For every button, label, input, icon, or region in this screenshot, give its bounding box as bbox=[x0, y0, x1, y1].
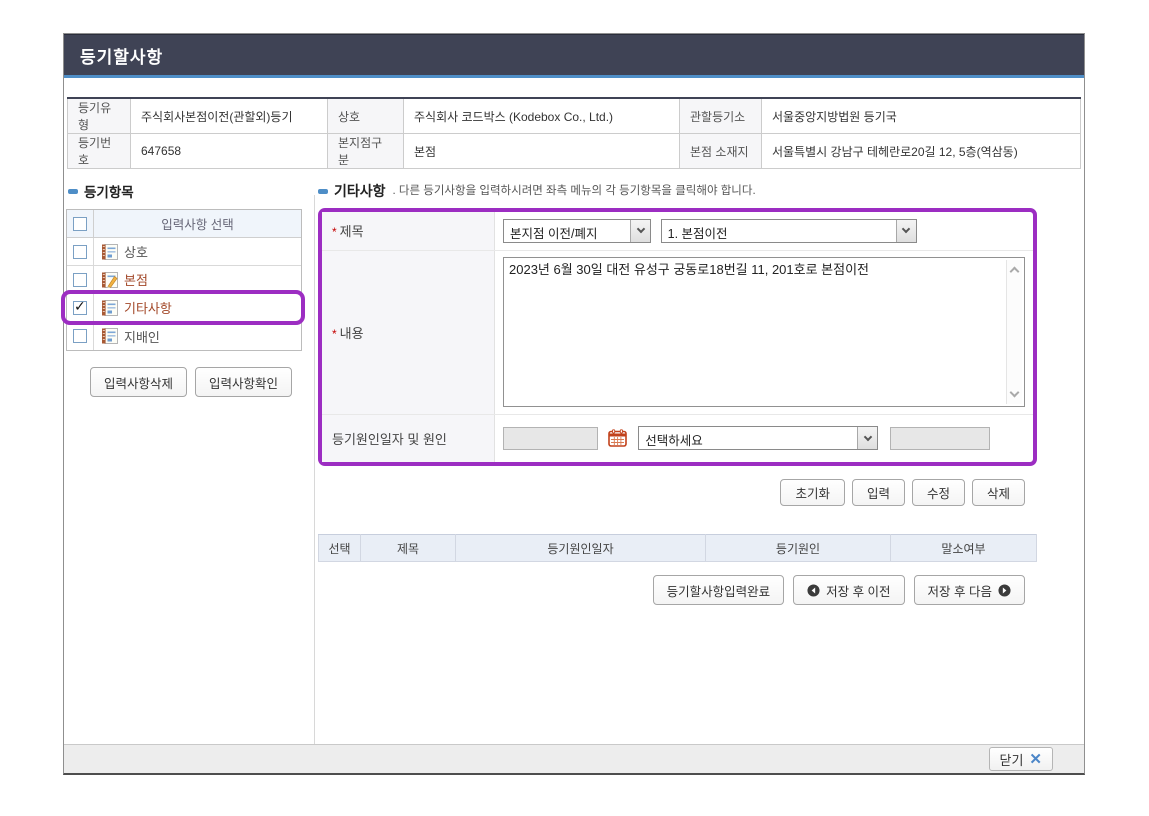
registration-info-table: 등기유형 주식회사본점이전(관할외)등기 상호 주식회사 코드박스 (Kodeb… bbox=[67, 97, 1081, 169]
content-field-label: *내용 bbox=[322, 250, 495, 414]
table-row: 등기번호 647658 본지점구분 본점 본점 소재지 서울특별시 강남구 테헤… bbox=[68, 134, 1081, 169]
cause-field-label: 등기원인일자 및 원인 bbox=[322, 414, 495, 462]
sidebar-item-label: 상호 bbox=[124, 242, 148, 261]
checkbox-icon[interactable] bbox=[73, 273, 87, 287]
info-label: 본점 소재지 bbox=[680, 134, 762, 169]
section-note: . 다른 등기사항을 입력하시려면 좌측 메뉴의 각 등기항목을 클릭해야 합니… bbox=[393, 182, 756, 198]
sidebar-item-sangho[interactable]: 상호 bbox=[67, 238, 301, 266]
input-item-select-table: 입력사항 선택 상호 본점 bbox=[66, 209, 302, 351]
reset-button[interactable]: 초기화 bbox=[780, 479, 845, 506]
sidebar-item-jibaein[interactable]: 지배인 bbox=[67, 322, 301, 350]
save-next-button[interactable]: 저장 후 다음 bbox=[914, 575, 1025, 605]
info-value: 서울특별시 강남구 테헤란로20길 12, 5층(역삼동) bbox=[762, 134, 1081, 169]
edit-button[interactable]: 수정 bbox=[912, 479, 965, 506]
table-header-row: 선택 제목 등기원인일자 등기원인 말소여부 bbox=[319, 535, 1037, 562]
column-header: 선택 bbox=[319, 535, 361, 562]
column-header: 제목 bbox=[361, 535, 456, 562]
required-asterisk-icon: * bbox=[332, 225, 337, 239]
column-header: 등기원인 bbox=[706, 535, 891, 562]
section-title: 기타사항 bbox=[334, 181, 386, 201]
delete-input-items-button[interactable]: 입력사항삭제 bbox=[90, 367, 187, 397]
register-items-dialog: 등기할사항 등기유형 주식회사본점이전(관할외)등기 상호 주식회사 코드박스 … bbox=[63, 33, 1085, 775]
purple-highlight-box bbox=[61, 290, 305, 325]
content-textarea[interactable]: 2023년 6월 30일 대전 유성구 궁동로18번길 11, 201호로 본점… bbox=[503, 257, 1025, 407]
dialog-footer-bar: 닫기 ✕ bbox=[64, 744, 1084, 773]
entered-items-table: 선택 제목 등기원인일자 등기원인 말소여부 bbox=[318, 534, 1037, 562]
info-label: 등기유형 bbox=[68, 98, 131, 134]
close-x-icon: ✕ bbox=[1029, 752, 1042, 767]
chevron-down-icon[interactable] bbox=[857, 427, 877, 449]
cause-select[interactable]: 선택하세요 bbox=[638, 426, 878, 450]
chevron-down-icon[interactable] bbox=[630, 220, 650, 242]
circle-arrow-right-icon bbox=[998, 584, 1011, 597]
close-button[interactable]: 닫기 ✕ bbox=[989, 747, 1054, 771]
select-header-row: 입력사항 선택 bbox=[67, 210, 301, 238]
info-value: 647658 bbox=[131, 134, 328, 169]
note-edit-icon bbox=[101, 272, 118, 288]
note-icon bbox=[101, 244, 118, 260]
required-asterisk-icon: * bbox=[332, 327, 337, 341]
sidebar-section-title: 등기항목 bbox=[68, 181, 302, 201]
complete-input-button[interactable]: 등기할사항입력완료 bbox=[653, 575, 785, 605]
sidebar-item-label: 본점 bbox=[124, 270, 148, 289]
checkbox-icon[interactable] bbox=[73, 245, 87, 259]
section-title-row: 기타사항 bbox=[318, 181, 386, 201]
info-value: 서울중앙지방법원 등기국 bbox=[762, 98, 1081, 134]
column-header: 말소여부 bbox=[891, 535, 1037, 562]
note-icon bbox=[101, 300, 118, 316]
register-items-sidebar: 등기항목 입력사항 선택 상호 bbox=[66, 177, 302, 605]
sidebar-item-label: 지배인 bbox=[124, 327, 160, 346]
info-value: 본점 bbox=[404, 134, 680, 169]
info-label: 등기번호 bbox=[68, 134, 131, 169]
cause-date-input[interactable] bbox=[503, 427, 598, 450]
checkbox-icon[interactable] bbox=[73, 329, 87, 343]
blue-dash-icon bbox=[318, 189, 328, 194]
page-title: 등기할사항 bbox=[80, 43, 163, 68]
calendar-icon[interactable] bbox=[608, 429, 627, 447]
textarea-scrollbar[interactable] bbox=[1006, 260, 1022, 404]
save-prev-button[interactable]: 저장 후 이전 bbox=[793, 575, 904, 605]
content-text: 2023년 6월 30일 대전 유성구 궁동로18번길 11, 201호로 본점… bbox=[509, 261, 1000, 279]
confirm-input-items-button[interactable]: 입력사항확인 bbox=[195, 367, 292, 397]
chevron-down-icon[interactable] bbox=[896, 220, 916, 242]
table-row: 등기유형 주식회사본점이전(관할외)등기 상호 주식회사 코드박스 (Kodeb… bbox=[68, 98, 1081, 134]
content-divider bbox=[314, 195, 315, 773]
gitasahang-panel: 기타사항 . 다른 등기사항을 입력하시려면 좌측 메뉴의 각 등기항목을 클릭… bbox=[318, 177, 1037, 605]
column-header: 등기원인일자 bbox=[456, 535, 706, 562]
info-value: 주식회사본점이전(관할외)등기 bbox=[131, 98, 328, 134]
title-category-select[interactable]: 본지점 이전/폐지 bbox=[503, 219, 651, 243]
title-field-label: *제목 bbox=[322, 212, 495, 250]
sidebar-item-label: 기타사항 bbox=[124, 298, 172, 317]
info-value: 주식회사 코드박스 (Kodebox Co., Ltd.) bbox=[404, 98, 680, 134]
info-label: 본지점구분 bbox=[328, 134, 404, 169]
purple-highlight-form-box: *제목 본지점 이전/폐지 1. 본점이전 bbox=[318, 208, 1037, 466]
delete-button[interactable]: 삭제 bbox=[972, 479, 1025, 506]
scroll-down-icon[interactable] bbox=[1010, 388, 1020, 398]
blue-dash-icon bbox=[68, 189, 78, 194]
select-all-checkbox[interactable] bbox=[73, 217, 87, 231]
input-button[interactable]: 입력 bbox=[852, 479, 905, 506]
sidebar-item-gitasahang[interactable]: 기타사항 bbox=[67, 294, 301, 322]
sidebar-item-bonjeom[interactable]: 본점 bbox=[67, 266, 301, 294]
scroll-up-icon[interactable] bbox=[1010, 267, 1020, 277]
checkbox-checked-icon[interactable] bbox=[73, 301, 87, 315]
title-subtype-select[interactable]: 1. 본점이전 bbox=[661, 219, 917, 243]
dialog-titlebar: 등기할사항 bbox=[64, 34, 1084, 78]
info-label: 상호 bbox=[328, 98, 404, 134]
select-header-label: 입력사항 선택 bbox=[94, 214, 301, 233]
cause-etc-input[interactable] bbox=[890, 427, 990, 450]
info-label: 관할등기소 bbox=[680, 98, 762, 134]
circle-arrow-left-icon bbox=[807, 584, 820, 597]
note-icon bbox=[101, 328, 118, 344]
